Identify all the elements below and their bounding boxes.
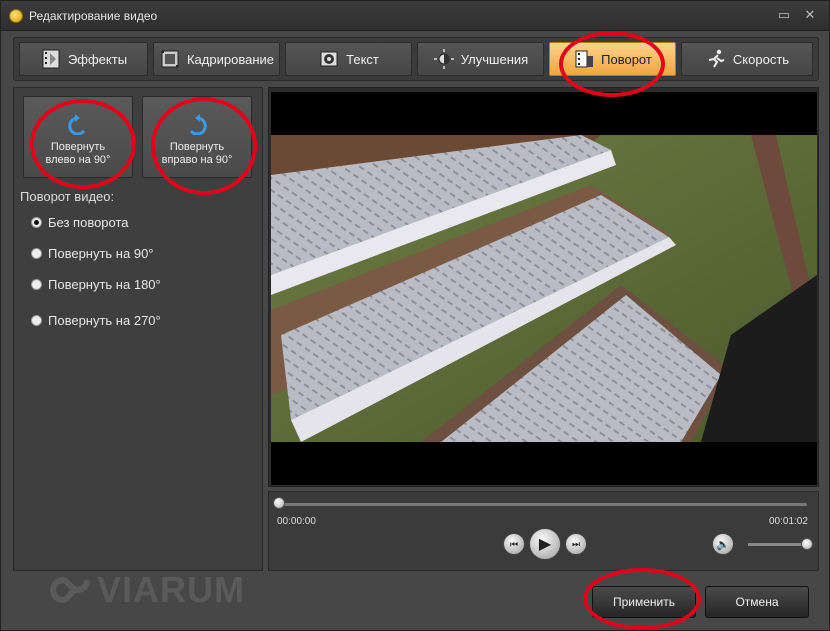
film-effects-icon (42, 49, 60, 69)
rotate-left-button[interactable]: Повернуть влево на 90° (23, 96, 133, 178)
play-button[interactable]: ▶ (529, 528, 561, 560)
video-preview-panel (268, 87, 819, 487)
fast-forward-button[interactable]: ⏭ (565, 533, 587, 555)
tab-effects[interactable]: Эффекты (19, 42, 148, 76)
watermark-text: VIARUM (97, 569, 245, 610)
fast-forward-icon: ⏭ (571, 538, 581, 549)
tab-label: Кадрирование (186, 51, 274, 67)
titlebar: Редактирование видео ▭ ✕ (1, 1, 829, 31)
crop-film-icon (161, 50, 179, 68)
rewind-button[interactable]: ⏮ (503, 533, 525, 555)
rotate-right-button[interactable]: Повернуть вправо на 90° (142, 96, 252, 178)
tab-enhance[interactable]: Улучшения (417, 42, 544, 76)
apply-button[interactable]: Применить (592, 586, 696, 618)
rotation-panel: Повернуть влево на 90° Повернуть вправо … (13, 87, 263, 571)
infinity-logo-icon (50, 576, 90, 604)
app-icon (9, 9, 23, 23)
tab-rotate[interactable]: Поворот (549, 42, 676, 76)
radio-button[interactable] (31, 248, 42, 259)
watermark: VIARUM (39, 569, 245, 611)
video-frame-image (271, 135, 817, 442)
rotate-right-line2: вправо на 90° (161, 154, 233, 166)
window-title: Редактирование видео (29, 9, 158, 23)
play-icon: ▶ (538, 536, 552, 553)
video-frame (271, 135, 817, 442)
rotate-left-icon (68, 114, 86, 135)
radio-button[interactable] (31, 279, 42, 290)
player-controls: 00:00:00 00:01:02 ⏮ ▶ ⏭ 🔈 (268, 491, 819, 571)
speaker-icon: 🔈 (716, 538, 730, 551)
video-preview[interactable] (271, 92, 817, 485)
volume-track[interactable] (748, 543, 808, 546)
tab-speed[interactable]: Скорость (681, 42, 813, 76)
rotate-left-line1: Повернуть (50, 141, 106, 153)
brightness-icon (433, 49, 454, 69)
radio-no-rotation[interactable]: Без поворота (31, 215, 129, 230)
tab-bar: Эффекты Кадрирование Текст Улучшения Пов… (13, 37, 819, 81)
cancel-button[interactable]: Отмена (705, 586, 809, 618)
tab-label: Текст (346, 51, 379, 67)
radio-label: Повернуть на 270° (48, 313, 161, 328)
radio-rotate-270[interactable]: Повернуть на 270° (31, 313, 161, 328)
rotate-film-icon (575, 50, 594, 68)
tab-crop[interactable]: Кадрирование (153, 42, 280, 76)
video-editor-window: Редактирование видео ▭ ✕ Эффекты Кадриро… (0, 0, 830, 631)
volume-button[interactable]: 🔈 (712, 533, 734, 555)
rotate-right-line1: Повернуть (169, 141, 225, 153)
text-disc-icon (320, 51, 338, 67)
radio-label: Повернуть на 90° (48, 246, 154, 261)
tab-label: Эффекты (67, 51, 128, 67)
tab-label: Улучшения (460, 51, 529, 67)
tab-text[interactable]: Текст (285, 42, 412, 76)
rewind-icon: ⏮ (509, 538, 519, 549)
timeline-track[interactable] (277, 503, 807, 506)
time-end: 00:01:02 (769, 516, 808, 527)
rotate-right-icon (189, 114, 207, 135)
tab-label: Скорость (732, 51, 790, 67)
radio-rotate-180[interactable]: Повернуть на 180° (31, 277, 161, 292)
volume-thumb[interactable] (801, 538, 813, 550)
radio-button[interactable] (31, 217, 42, 228)
timeline-thumb[interactable] (273, 497, 285, 509)
rotate-left-line2: влево на 90° (45, 154, 111, 166)
running-man-icon (708, 49, 725, 68)
close-icon[interactable]: ✕ (801, 7, 819, 23)
radio-label: Повернуть на 180° (48, 277, 161, 292)
tab-label: Поворот (601, 51, 652, 67)
time-start: 00:00:00 (277, 516, 316, 527)
radio-rotate-90[interactable]: Повернуть на 90° (31, 246, 154, 261)
rotation-label: Поворот видео: (20, 189, 115, 204)
minimize-icon[interactable]: ▭ (775, 7, 793, 23)
radio-button[interactable] (31, 315, 42, 326)
radio-label: Без поворота (48, 215, 129, 230)
